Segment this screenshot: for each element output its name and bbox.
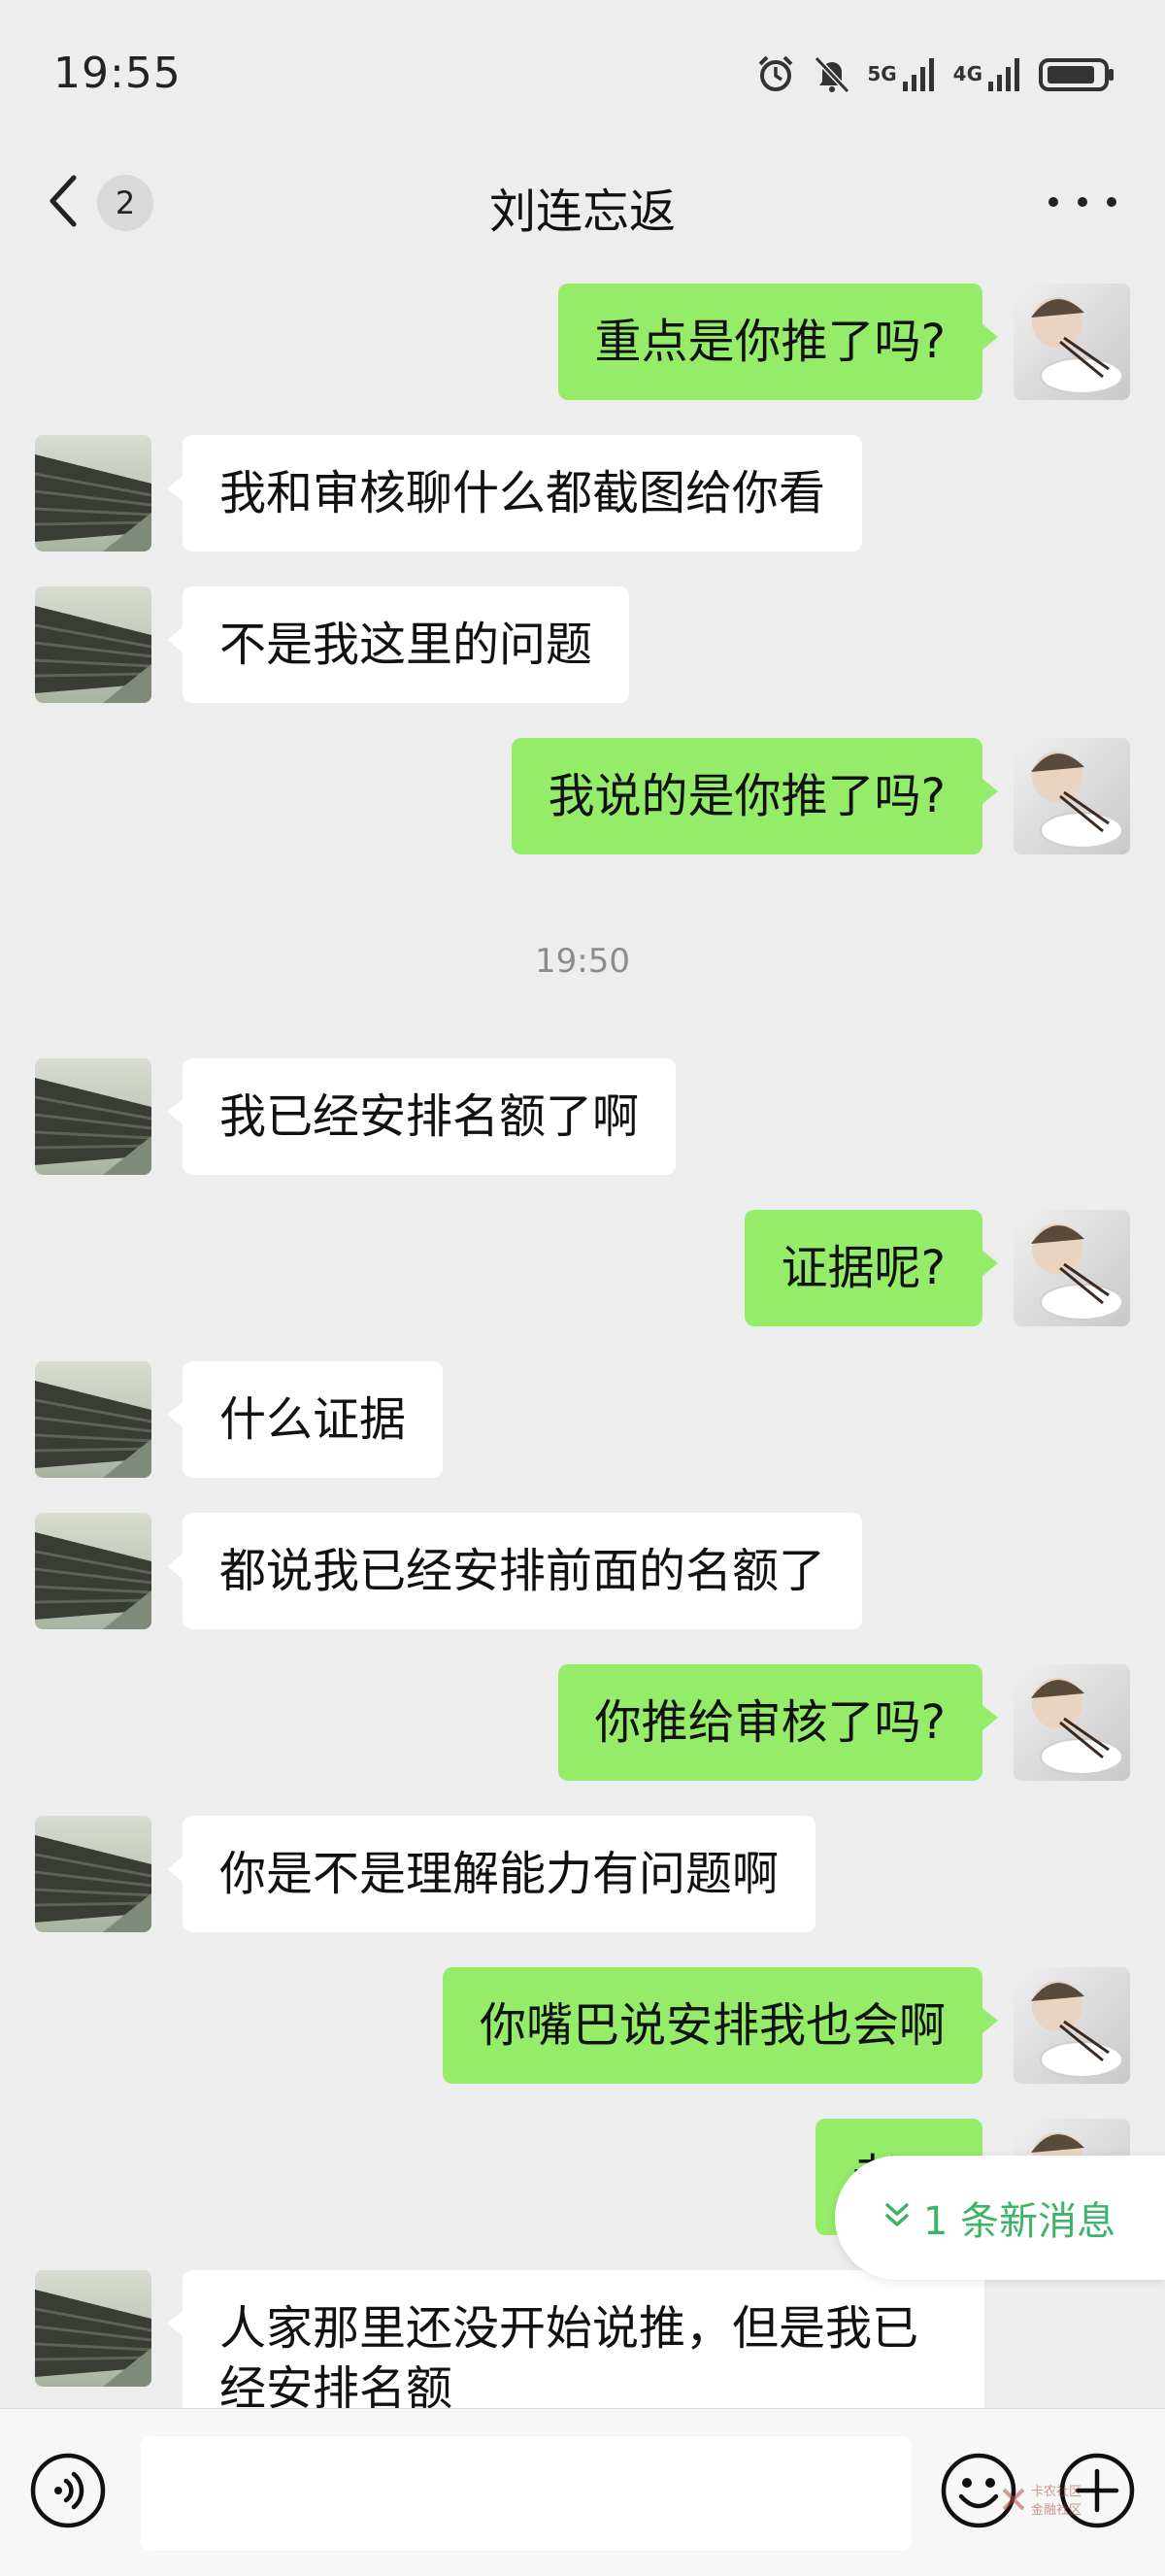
dot-icon (1078, 197, 1087, 207)
contact-avatar[interactable] (35, 1058, 151, 1175)
message-row-incoming: 什么证据 (0, 1361, 1165, 1478)
status-bar: 19:55 5G 4G (0, 0, 1165, 146)
message-row-outgoing: 你推给审核了吗? (0, 1664, 1165, 1781)
message-row-incoming: 我已经安排名额了啊 (0, 1058, 1165, 1175)
my-avatar[interactable] (1014, 1664, 1130, 1781)
double-chevron-down-icon (884, 2195, 910, 2240)
my-avatar[interactable] (1014, 1967, 1130, 2084)
message-row-outgoing: 证据呢? (0, 1210, 1165, 1326)
message-row-incoming: 不是我这里的问题 (0, 586, 1165, 703)
message-bubble-incoming[interactable]: 什么证据 (166, 1361, 444, 1478)
message-bubble-outgoing[interactable]: 证据呢? (744, 1210, 999, 1326)
message-row-incoming: 都说我已经安排前面的名额了 (0, 1513, 1165, 1629)
chat-header: 2 刘连忘返 (0, 146, 1165, 262)
input-bar (0, 2408, 1165, 2576)
contact-avatar[interactable] (35, 2270, 151, 2387)
my-avatar[interactable] (1014, 1210, 1130, 1326)
status-icons: 5G 4G (754, 47, 1116, 101)
mute-bell-icon (811, 52, 853, 95)
time-separator: 19:50 (535, 942, 630, 981)
voice-input-button[interactable] (29, 2452, 107, 2529)
message-bubble-incoming[interactable]: 人家那里还没开始说推，但是我已经安排名额 (167, 2270, 984, 2408)
contact-avatar[interactable] (35, 1513, 151, 1629)
new-messages-label: 1 条新消息 (922, 2199, 1116, 2244)
message-row-incoming: 人家那里还没开始说推，但是我已经安排名额 (0, 2270, 1165, 2408)
contact-avatar[interactable] (35, 1361, 151, 1478)
message-row-incoming: 你是不是理解能力有问题啊 (0, 1816, 1165, 1932)
more-options-button[interactable] (1048, 173, 1116, 231)
contact-avatar[interactable] (35, 1816, 151, 1932)
message-row-incoming: 我和审核聊什么都截图给你看 (0, 435, 1165, 552)
message-list[interactable]: 重点是你推了吗? 我和审核聊什么都截图给你看 不是我这里的问题 我说的是你推了吗… (0, 262, 1165, 2408)
message-row-outgoing: 你嘴巴说安排我也会啊 (0, 1967, 1165, 2084)
message-bubble-outgoing[interactable]: 重点是你推了吗? (557, 284, 999, 400)
voice-icon (30, 2453, 106, 2528)
watermark-logo: 卡农社区 金融社区 (1000, 2480, 1097, 2519)
dot-icon (1107, 197, 1116, 207)
status-time: 19:55 (53, 49, 182, 98)
message-input[interactable] (141, 2436, 912, 2551)
signal-5g-icon (901, 54, 940, 93)
battery-icon (1039, 54, 1116, 93)
network-5g-label: 5G (867, 62, 897, 85)
message-bubble-outgoing[interactable]: 我说的是你推了吗? (511, 738, 999, 854)
contact-avatar[interactable] (35, 435, 151, 552)
alarm-icon (754, 52, 797, 95)
signal-4g-icon (986, 54, 1025, 93)
message-row-outgoing: 我说的是你推了吗? (0, 738, 1165, 854)
message-bubble-incoming[interactable]: 我已经安排名额了啊 (166, 1058, 677, 1175)
message-bubble-incoming[interactable]: 我和审核聊什么都截图给你看 (166, 435, 863, 552)
my-avatar[interactable] (1014, 738, 1130, 854)
message-bubble-incoming[interactable]: 你是不是理解能力有问题啊 (166, 1816, 816, 1932)
message-bubble-outgoing[interactable]: 你嘴巴说安排我也会啊 (442, 1967, 999, 2084)
dot-icon (1048, 197, 1058, 207)
new-messages-button[interactable]: 1 条新消息 (835, 2156, 1165, 2280)
watermark-icon (1002, 2488, 1025, 2511)
chat-title: 刘连忘返 (488, 184, 676, 239)
message-bubble-outgoing[interactable]: 你推给审核了吗? (557, 1664, 999, 1781)
message-bubble-incoming[interactable]: 都说我已经安排前面的名额了 (166, 1513, 863, 1629)
watermark-line-2: 金融社区 (1031, 2503, 1082, 2518)
network-4g-label: 4G (952, 62, 982, 85)
watermark-line-1: 卡农社区 (1031, 2485, 1082, 2499)
message-row-outgoing: 重点是你推了吗? (0, 284, 1165, 400)
contact-avatar[interactable] (35, 586, 151, 703)
message-bubble-incoming[interactable]: 不是我这里的问题 (166, 586, 630, 703)
my-avatar[interactable] (1014, 284, 1130, 400)
